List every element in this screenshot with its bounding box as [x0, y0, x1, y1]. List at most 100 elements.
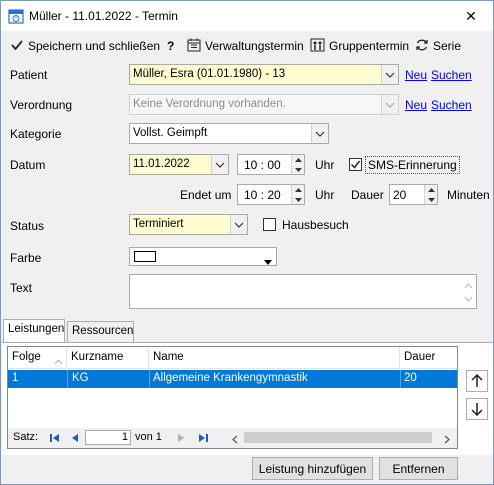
color-picker[interactable] — [129, 247, 277, 266]
previous-record-icon[interactable] — [66, 430, 83, 445]
checkmark-icon — [10, 38, 24, 55]
date-picker[interactable]: 11.01.2022 — [129, 154, 229, 175]
prescription-search-link[interactable]: Suchen — [431, 98, 472, 112]
duration-spinner[interactable]: 20 — [389, 184, 438, 205]
appointment-window: Müller - 11.01.2022 - Termin ✕ Speichern… — [0, 0, 494, 485]
status-value: Terminiert — [133, 218, 184, 230]
prescription-value: Keine Verordnung vorhanden. — [133, 98, 286, 110]
toolbar: Speichern und schließen ? Verwaltungster… — [1, 31, 493, 61]
horizontal-scrollbar[interactable] — [230, 430, 454, 445]
tab-ressourcen[interactable]: Ressourcen — [67, 321, 134, 343]
tab-leistungen[interactable]: Leistungen — [3, 319, 65, 342]
scroll-left-icon[interactable] — [232, 433, 238, 447]
column-header-kurzname[interactable]: Kurzname — [67, 347, 149, 369]
cell-folge: 1 — [12, 372, 19, 384]
move-up-button[interactable] — [466, 370, 488, 392]
status-label: Status — [10, 219, 45, 233]
color-swatch — [134, 251, 156, 262]
chevron-down-icon[interactable] — [381, 65, 398, 84]
group-appointment-label: Gruppentermin — [329, 39, 410, 53]
column-header-folge-label: Folge — [12, 351, 41, 363]
start-time-spinner[interactable]: 10 : 00 — [237, 154, 305, 175]
chevron-down-icon[interactable] — [230, 215, 247, 234]
group-icon — [310, 38, 325, 55]
save-close-label: Speichern und schließen — [28, 39, 161, 53]
start-time-value: 10 : 00 — [244, 158, 281, 172]
sms-checkbox[interactable] — [349, 158, 362, 171]
category-value: Vollst. Geimpft — [133, 127, 208, 139]
column-header-name[interactable]: Name — [149, 347, 400, 369]
date-value: 11.01.2022 — [133, 158, 190, 170]
last-record-icon[interactable] — [194, 430, 211, 445]
save-close-button[interactable]: Speichern und schließen — [10, 37, 160, 55]
scroll-down-icon[interactable] — [464, 291, 473, 305]
chevron-down-icon[interactable] — [211, 155, 228, 174]
prescription-new-link[interactable]: Neu — [405, 98, 427, 112]
first-record-icon[interactable] — [46, 430, 63, 445]
patient-label: Patient — [10, 68, 48, 82]
spin-down-icon[interactable] — [291, 195, 304, 204]
date-label: Datum — [10, 158, 46, 172]
help-label: ? — [167, 39, 175, 53]
checkmark-icon — [350, 160, 361, 169]
series-label: Serie — [433, 39, 462, 53]
prescription-combo[interactable]: Keine Verordnung vorhanden. — [129, 94, 399, 115]
spin-up-icon[interactable] — [291, 185, 304, 194]
series-button[interactable]: Serie — [415, 37, 461, 55]
spin-up-icon[interactable] — [424, 185, 437, 194]
category-label: Kategorie — [10, 127, 62, 141]
services-grid: Folge Kurzname Name Dauer 1 KG Allgemein… — [7, 346, 458, 449]
admin-appointment-label: Verwaltungstermin — [205, 39, 304, 53]
record-navigator: Satz: 1 von 1 — [8, 428, 457, 448]
column-header-folge[interactable]: Folge — [8, 347, 67, 369]
patient-new-link[interactable]: Neu — [405, 68, 427, 82]
record-input-value: 1 — [121, 431, 128, 443]
text-label: Text — [10, 281, 33, 295]
patient-combo[interactable]: Müller, Esra (01.01.1980) - 13 — [129, 64, 399, 85]
column-header-dauer[interactable]: Dauer — [400, 347, 457, 369]
category-combo[interactable]: Vollst. Geimpft — [129, 123, 329, 144]
sort-up-icon — [54, 355, 63, 367]
chevron-down-icon[interactable] — [381, 95, 398, 114]
dropdown-arrow-icon[interactable] — [264, 254, 272, 268]
home-visit-checkbox[interactable] — [263, 218, 276, 231]
group-appointment-button[interactable]: Gruppentermin — [310, 37, 409, 55]
move-down-button[interactable] — [466, 398, 488, 420]
calendar-icon — [8, 8, 24, 24]
add-service-button[interactable]: Leistung hinzufügen — [252, 457, 373, 480]
close-button[interactable]: ✕ — [448, 1, 494, 31]
patient-search-link[interactable]: Suchen — [431, 68, 472, 82]
sms-label[interactable]: SMS-Erinnerung — [365, 156, 460, 174]
end-uhr-label: Uhr — [315, 188, 335, 202]
help-button[interactable]: ? — [167, 37, 174, 55]
duration-label: Dauer — [351, 188, 384, 202]
arrow-down-icon — [471, 403, 483, 416]
close-icon: ✕ — [465, 7, 477, 24]
admin-appointment-button[interactable]: Verwaltungstermin — [187, 37, 304, 55]
next-record-icon[interactable] — [172, 430, 189, 445]
spin-up-icon[interactable] — [291, 155, 304, 164]
cell-name: Allgemeine Krankengymnastik — [153, 372, 308, 384]
home-visit-label: Hausbesuch — [282, 218, 349, 232]
cell-dauer: 20 — [404, 372, 417, 384]
duration-value: 20 — [393, 188, 407, 202]
prescription-label: Verordnung — [10, 98, 73, 112]
remove-button[interactable]: Entfernen — [379, 457, 458, 480]
table-row[interactable]: 1 KG Allgemeine Krankengymnastik 20 — [8, 370, 457, 388]
calendar-grid-icon — [187, 38, 201, 55]
start-uhr-label: Uhr — [315, 158, 335, 172]
end-time-spinner[interactable]: 10 : 20 — [237, 184, 305, 205]
title-bar: Müller - 11.01.2022 - Termin ✕ — [1, 1, 493, 31]
text-area[interactable] — [129, 274, 477, 309]
record-of-label: von 1 — [135, 431, 162, 443]
scroll-right-icon[interactable] — [444, 433, 450, 447]
status-combo[interactable]: Terminiert — [129, 214, 248, 235]
scroll-up-icon[interactable] — [464, 278, 473, 292]
spin-down-icon[interactable] — [424, 195, 437, 204]
spin-down-icon[interactable] — [291, 165, 304, 174]
scroll-thumb[interactable] — [244, 432, 432, 443]
window-title: Müller - 11.01.2022 - Termin — [29, 9, 178, 23]
record-input[interactable]: 1 — [85, 430, 131, 445]
chevron-down-icon[interactable] — [311, 124, 328, 143]
arrow-up-icon — [471, 374, 483, 387]
